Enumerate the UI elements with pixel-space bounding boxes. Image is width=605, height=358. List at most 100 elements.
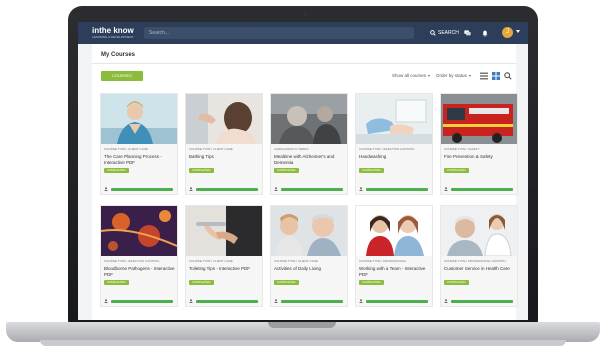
messages-button[interactable] [464,22,471,44]
search-icon [430,30,436,36]
progress-fill [111,300,173,303]
course-title[interactable]: Working with a Team - Interactive PDF [359,266,431,277]
user-icon [274,187,278,191]
course-thumbnail [271,94,347,144]
progress-bar [366,300,428,303]
course-title[interactable]: Toileting Tips - Interactive PDF [189,266,261,272]
user-avatar[interactable]: J [502,27,513,38]
course-category: COURSE TYPE / SAFETY [444,147,480,151]
bell-icon [482,30,488,37]
user-icon [189,299,193,303]
course-category: COURSE TYPE / PROFESSIONAL GROWTH [444,259,506,263]
course-category: COURSE TYPE / CLIENT CARE [189,259,233,263]
course-title[interactable]: Fire Prevention & Safety [444,154,516,160]
course-card[interactable]: COURSE TYPE / PROFESSIONAL Working with … [355,205,433,307]
search-input[interactable] [149,28,399,38]
course-category: COURSE TYPE / INFECTION CONTROL [104,259,160,263]
logo-subtitle: LEARNING & DEVELOPMENT [92,35,134,39]
show-courses-dropdown[interactable]: Show all courses [392,73,431,78]
course-thumbnail [356,94,432,144]
status-badge: COMPLETED [189,280,214,285]
progress-bar [366,188,428,191]
order-by-label: Order by status [436,73,467,78]
course-card[interactable]: COURSE TYPE / CLIENT CARE Activities of … [270,205,348,307]
progress-fill [196,188,258,191]
status-badge: COMPLETED [189,168,214,173]
search-box[interactable] [144,27,414,39]
top-nav-bar: inthe know LEARNING & DEVELOPMENT SEARCH… [78,22,528,44]
course-card[interactable]: CAREGIVERS IN TERRA Mealtime with Alzhei… [270,93,348,195]
user-icon [444,299,448,303]
progress-bar [451,300,513,303]
title-divider [92,63,516,64]
progress-bar [111,188,173,191]
chevron-down-icon[interactable] [516,30,520,33]
course-category: COURSE TYPE / CLIENT CARE [274,259,318,263]
status-badge: COMPLETED [274,280,299,285]
user-icon [104,299,108,303]
status-badge: COMPLETED [104,280,129,285]
order-by-dropdown[interactable]: Order by status [436,73,471,78]
progress-fill [281,188,343,191]
webcam [303,12,307,16]
chat-icon [464,30,471,36]
course-title[interactable]: Bloodborne Pathogens - Interactive PDF [104,266,176,277]
list-view-icon[interactable] [480,72,488,80]
search-nav-link[interactable]: SEARCH [430,22,459,44]
course-title[interactable]: Customer Service in Health Care [444,266,516,272]
user-icon [444,187,448,191]
chevron-down-icon [468,74,471,77]
course-thumbnail [441,206,517,256]
avatar-initial: J [506,29,509,35]
course-title[interactable]: Activities of Daily Living [274,266,346,272]
course-thumbnail [356,206,432,256]
progress-bar [111,300,173,303]
courses-enrolled-button[interactable]: COURSES ENROLLED [101,71,143,88]
status-badge: COMPLETED [359,280,384,285]
course-category: CAREGIVERS IN TERRA [274,147,309,151]
course-category: COURSE TYPE / INFECTION CONTROL [359,147,415,151]
chevron-down-icon [428,74,431,77]
grid-view-icon[interactable] [492,72,500,80]
course-card[interactable]: COURSE TYPE / CLIENT CARE Toileting Tips… [185,205,263,307]
laptop-frame: inthe know LEARNING & DEVELOPMENT SEARCH… [0,0,605,358]
progress-bar [281,300,343,303]
course-card[interactable]: COURSE TYPE / INFECTION CONTROL Bloodbor… [100,205,178,307]
user-icon [359,299,363,303]
status-badge: COMPLETED [359,168,384,173]
course-title[interactable]: The Care Planning Process - Interactive … [104,154,176,165]
course-card[interactable]: COURSE TYPE / CLIENT CARE Bathing Tips C… [185,93,263,195]
course-thumbnail [271,206,347,256]
progress-bar [196,188,258,191]
course-card[interactable]: COURSE TYPE / SAFETY Fire Prevention & S… [440,93,518,195]
progress-fill [196,300,258,303]
laptop-base [6,322,600,342]
search-icon[interactable] [504,72,512,80]
course-card[interactable]: COURSE TYPE / PROFESSIONAL GROWTH Custom… [440,205,518,307]
course-category: COURSE TYPE / PROFESSIONAL [359,259,407,263]
progress-fill [111,188,173,191]
progress-bar [196,300,258,303]
course-title[interactable]: Bathing Tips [189,154,261,160]
course-card[interactable]: COURSE TYPE / CLIENT CARE The Care Plann… [100,93,178,195]
laptop-notch [268,322,336,328]
search-nav-label: SEARCH [438,30,459,36]
app-screen: inthe know LEARNING & DEVELOPMENT SEARCH… [78,22,528,320]
course-title[interactable]: Mealtime with Alzheimer's and Dementia [274,154,346,165]
notifications-button[interactable] [482,22,488,44]
brand-logo[interactable]: inthe know LEARNING & DEVELOPMENT [92,26,138,40]
user-icon [104,187,108,191]
course-title[interactable]: Handwashing [359,154,431,160]
course-thumbnail [101,94,177,144]
status-badge: COMPLETED [444,280,469,285]
course-thumbnail [101,206,177,256]
course-thumbnail [186,94,262,144]
progress-fill [451,300,513,303]
status-badge: COMPLETED [444,168,469,173]
user-icon [189,187,193,191]
course-card[interactable]: COURSE TYPE / INFECTION CONTROL Handwash… [355,93,433,195]
progress-fill [281,300,343,303]
user-icon [359,187,363,191]
course-category: COURSE TYPE / CLIENT CARE [104,147,148,151]
course-category: COURSE TYPE / CLIENT CARE [189,147,233,151]
